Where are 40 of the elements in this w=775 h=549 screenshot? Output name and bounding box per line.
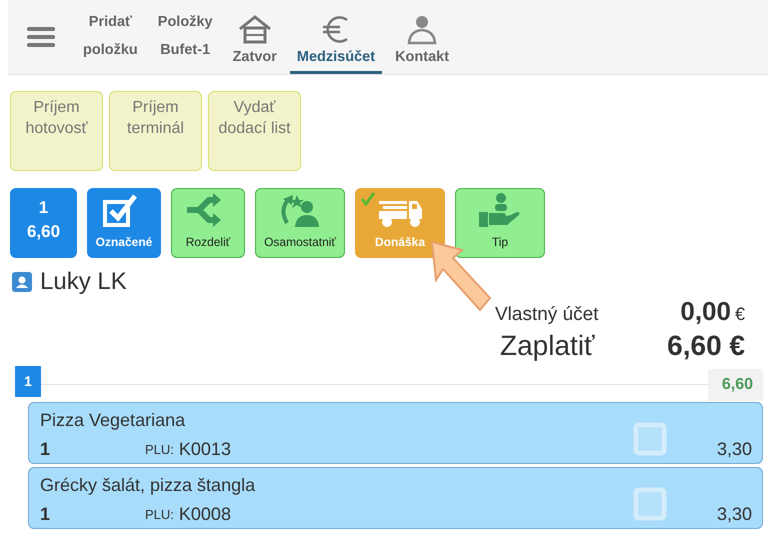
item-quantity: 1 <box>40 438 52 461</box>
payment-button[interactable]: Vydať dodací list <box>208 91 301 171</box>
check-icon <box>360 192 376 206</box>
nav-tab[interactable]: Zatvor <box>226 0 284 74</box>
group-number: 1 <box>15 366 41 397</box>
own-account-label: Vlastný účet <box>495 303 598 327</box>
plu-label: PLU: <box>145 506 174 524</box>
currency-label: € <box>734 303 745 326</box>
action-button[interactable]: 1 6,60 <box>10 188 77 258</box>
item-name: Pizza Vegetariana <box>40 409 186 432</box>
amount-due-label: Zaplatiť <box>500 329 595 363</box>
nav-tab[interactable]: Kontakt <box>388 0 456 74</box>
nav-tab[interactable]: Medzisúčet <box>290 0 382 74</box>
plu-code: K0013 <box>178 438 231 461</box>
payment-button[interactable]: Príjem hotovosť <box>10 91 103 171</box>
pointer-arrow <box>430 240 492 312</box>
contact-icon <box>12 272 32 292</box>
item-price: 3,30 <box>716 503 752 526</box>
house-icon <box>236 14 273 45</box>
own-account-amount: 0,00 <box>680 295 731 328</box>
action-button[interactable]: Rozdeliť <box>171 188 245 258</box>
action-button[interactable]: Označené <box>87 188 161 258</box>
item-checkbox[interactable] <box>632 486 667 520</box>
item-quantity: 1 <box>40 503 52 526</box>
payment-button[interactable]: Príjem terminál <box>109 91 202 171</box>
plu-code: K0008 <box>178 503 231 526</box>
item-name: Grécky šalát, pizza štangla <box>40 474 256 497</box>
item-price: 3,30 <box>716 438 752 461</box>
nav-tab[interactable]: Pridať položku <box>76 0 145 74</box>
plu-label: PLU: <box>145 440 174 459</box>
amount-due: 6,60 € <box>667 329 745 363</box>
item-checkbox[interactable] <box>632 422 667 456</box>
group-total: 6,60 <box>708 369 763 401</box>
action-button[interactable]: Osamostatniť <box>255 188 345 258</box>
order-item-card[interactable]: Pizza Vegetariana 1 PLU: K0013 3,30 <box>28 402 763 464</box>
menu-icon[interactable] <box>27 26 55 48</box>
nav-tab[interactable]: Položky Bufet-1 <box>150 0 220 74</box>
action-button[interactable]: Tip <box>455 188 545 258</box>
order-item-card[interactable]: Grécky šalát, pizza štangla 1 PLU: K0008 3,30 <box>28 467 763 529</box>
customer-name: Luky LK <box>40 267 127 297</box>
